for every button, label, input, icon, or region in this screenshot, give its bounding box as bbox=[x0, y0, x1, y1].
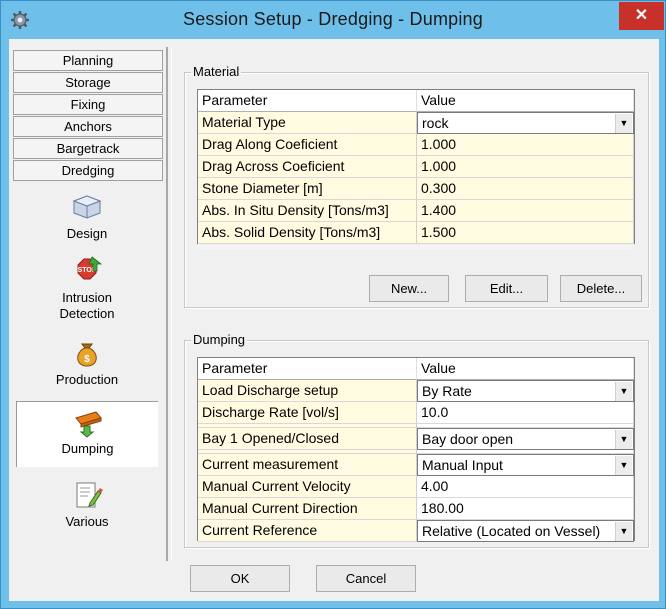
money-bag-icon: $ bbox=[77, 343, 97, 367]
dumping-row-discharge-rate[interactable]: Discharge Rate [vol/s] 10.0 bbox=[198, 402, 634, 424]
material-group-title: Material bbox=[191, 64, 242, 79]
stop-sign-icon: STOP bbox=[77, 256, 103, 280]
value-cell[interactable]: 180.00 bbox=[417, 498, 634, 520]
chevron-down-icon[interactable]: ▼ bbox=[615, 456, 632, 475]
design-box-icon bbox=[72, 195, 102, 219]
category-navigation: Planning Storage Fixing Anchors Bargetra… bbox=[9, 47, 164, 561]
nav-item-dumping[interactable]: Dumping bbox=[16, 401, 158, 467]
nav-divider-highlight bbox=[171, 47, 172, 561]
param-cell: Bay 1 Opened/Closed bbox=[198, 428, 417, 450]
nav-item-design[interactable]: Design bbox=[16, 191, 158, 247]
ok-button[interactable]: OK bbox=[190, 565, 290, 592]
dumping-grid-header: Parameter Value bbox=[198, 358, 634, 380]
value-cell[interactable]: 0.300 bbox=[417, 178, 634, 200]
material-row-drag-along[interactable]: Drag Along Coeficient 1.000 bbox=[198, 134, 634, 156]
window-title: Session Setup - Dredging - Dumping bbox=[183, 9, 483, 29]
material-grid-header: Parameter Value bbox=[198, 90, 634, 112]
nav-item-production[interactable]: $ Production bbox=[16, 337, 158, 393]
dumping-row-bay-1[interactable]: Bay 1 Opened/Closed Bay door open ▼ bbox=[198, 428, 634, 450]
nav-item-label: Various bbox=[65, 514, 109, 529]
new-material-button[interactable]: New... bbox=[369, 275, 449, 302]
dumping-row-current-measurement[interactable]: Current measurement Manual Input ▼ bbox=[198, 454, 634, 476]
param-cell: Drag Across Coeficient bbox=[198, 156, 417, 178]
material-row-in-situ-density[interactable]: Abs. In Situ Density [Tons/m3] 1.400 bbox=[198, 200, 634, 222]
nav-tab-anchors[interactable]: Anchors bbox=[13, 116, 163, 137]
param-cell: Load Discharge setup bbox=[198, 380, 417, 402]
close-button[interactable]: ✕ bbox=[619, 2, 664, 30]
dumping-group: Dumping Parameter Value Load Discharge s… bbox=[184, 332, 649, 548]
nav-item-label: Dumping bbox=[61, 441, 114, 456]
close-icon: ✕ bbox=[634, 7, 649, 24]
material-row-stone-diameter[interactable]: Stone Diameter [m] 0.300 bbox=[198, 178, 634, 200]
dumping-arrow-icon bbox=[74, 411, 102, 438]
column-header-parameter[interactable]: Parameter bbox=[198, 90, 417, 112]
param-cell: Manual Current Direction bbox=[198, 498, 417, 520]
nav-item-label-line1: Intrusion bbox=[62, 290, 112, 305]
param-cell: Current measurement bbox=[198, 454, 417, 476]
select-value: rock bbox=[422, 115, 449, 131]
nav-tab-fixing[interactable]: Fixing bbox=[13, 94, 163, 115]
edit-material-button[interactable]: Edit... bbox=[465, 275, 548, 302]
value-cell[interactable]: 1.000 bbox=[417, 134, 634, 156]
value-cell[interactable]: 1.000 bbox=[417, 156, 634, 178]
svg-text:$: $ bbox=[84, 354, 90, 365]
delete-material-button[interactable]: Delete... bbox=[560, 275, 642, 302]
current-reference-select[interactable]: Relative (Located on Vessel) ▼ bbox=[417, 520, 634, 542]
material-row-material-type[interactable]: Material Type rock ▼ bbox=[198, 112, 634, 134]
dumping-group-title: Dumping bbox=[191, 332, 248, 347]
value-cell[interactable]: 10.0 bbox=[417, 402, 634, 424]
grid-bottom-edge bbox=[198, 245, 634, 249]
column-header-parameter[interactable]: Parameter bbox=[198, 358, 417, 380]
param-cell: Discharge Rate [vol/s] bbox=[198, 402, 417, 424]
value-cell[interactable]: 4.00 bbox=[417, 476, 634, 498]
nav-item-various[interactable]: Various bbox=[16, 479, 158, 535]
column-header-value[interactable]: Value bbox=[417, 90, 634, 112]
dialog-client-area: Planning Storage Fixing Anchors Bargetra… bbox=[9, 39, 659, 601]
dumping-grid: Parameter Value Load Discharge setup By … bbox=[197, 357, 635, 542]
material-row-solid-density[interactable]: Abs. Solid Density [Tons/m3] 1.500 bbox=[198, 222, 634, 244]
chevron-down-icon[interactable]: ▼ bbox=[615, 430, 632, 449]
material-type-select[interactable]: rock ▼ bbox=[417, 112, 634, 134]
material-grid: Parameter Value Material Type rock ▼ Dra… bbox=[197, 89, 635, 244]
title-bar[interactable]: Session Setup - Dredging - Dumping ✕ bbox=[1, 1, 665, 39]
select-value: By Rate bbox=[422, 383, 472, 399]
nav-tab-dredging[interactable]: Dredging bbox=[13, 160, 163, 181]
param-cell: Abs. Solid Density [Tons/m3] bbox=[198, 222, 417, 244]
pencil-checklist-icon bbox=[76, 482, 103, 508]
param-cell: Manual Current Velocity bbox=[198, 476, 417, 498]
chevron-down-icon[interactable]: ▼ bbox=[615, 114, 632, 133]
dumping-row-current-direction[interactable]: Manual Current Direction 180.00 bbox=[198, 498, 634, 520]
select-value: Bay door open bbox=[422, 431, 514, 447]
cancel-button[interactable]: Cancel bbox=[316, 565, 416, 592]
bay-1-select[interactable]: Bay door open ▼ bbox=[417, 428, 634, 450]
value-cell[interactable]: 1.400 bbox=[417, 200, 634, 222]
current-measurement-select[interactable]: Manual Input ▼ bbox=[417, 454, 634, 476]
nav-divider bbox=[166, 47, 168, 561]
select-value: Manual Input bbox=[422, 457, 503, 473]
param-cell: Current Reference bbox=[198, 520, 417, 542]
param-cell: Stone Diameter [m] bbox=[198, 178, 417, 200]
nav-tab-bargetrack[interactable]: Bargetrack bbox=[13, 138, 163, 159]
dumping-row-current-velocity[interactable]: Manual Current Velocity 4.00 bbox=[198, 476, 634, 498]
param-cell: Material Type bbox=[198, 112, 417, 134]
column-header-value[interactable]: Value bbox=[417, 358, 634, 380]
load-discharge-select[interactable]: By Rate ▼ bbox=[417, 380, 634, 402]
param-cell: Abs. In Situ Density [Tons/m3] bbox=[198, 200, 417, 222]
select-value: Relative (Located on Vessel) bbox=[422, 523, 601, 539]
nav-item-label: Production bbox=[55, 372, 119, 387]
nav-item-intrusion-detection[interactable]: STOP Intrusion Detection bbox=[16, 255, 158, 325]
nav-tab-planning[interactable]: Planning bbox=[13, 50, 163, 71]
nav-tab-storage[interactable]: Storage bbox=[13, 72, 163, 93]
value-cell[interactable]: 1.500 bbox=[417, 222, 634, 244]
dumping-row-load-discharge[interactable]: Load Discharge setup By Rate ▼ bbox=[198, 380, 634, 402]
chevron-down-icon[interactable]: ▼ bbox=[615, 382, 632, 401]
param-cell: Drag Along Coeficient bbox=[198, 134, 417, 156]
dumping-row-current-reference[interactable]: Current Reference Relative (Located on V… bbox=[198, 520, 634, 542]
material-group: Material Parameter Value Material Type r… bbox=[184, 64, 649, 308]
nav-item-label-line2: Detection bbox=[59, 306, 115, 321]
dialog-window: Session Setup - Dredging - Dumping ✕ Pla… bbox=[0, 0, 666, 609]
nav-item-label: Design bbox=[66, 226, 108, 241]
material-row-drag-across[interactable]: Drag Across Coeficient 1.000 bbox=[198, 156, 634, 178]
chevron-down-icon[interactable]: ▼ bbox=[615, 522, 632, 541]
